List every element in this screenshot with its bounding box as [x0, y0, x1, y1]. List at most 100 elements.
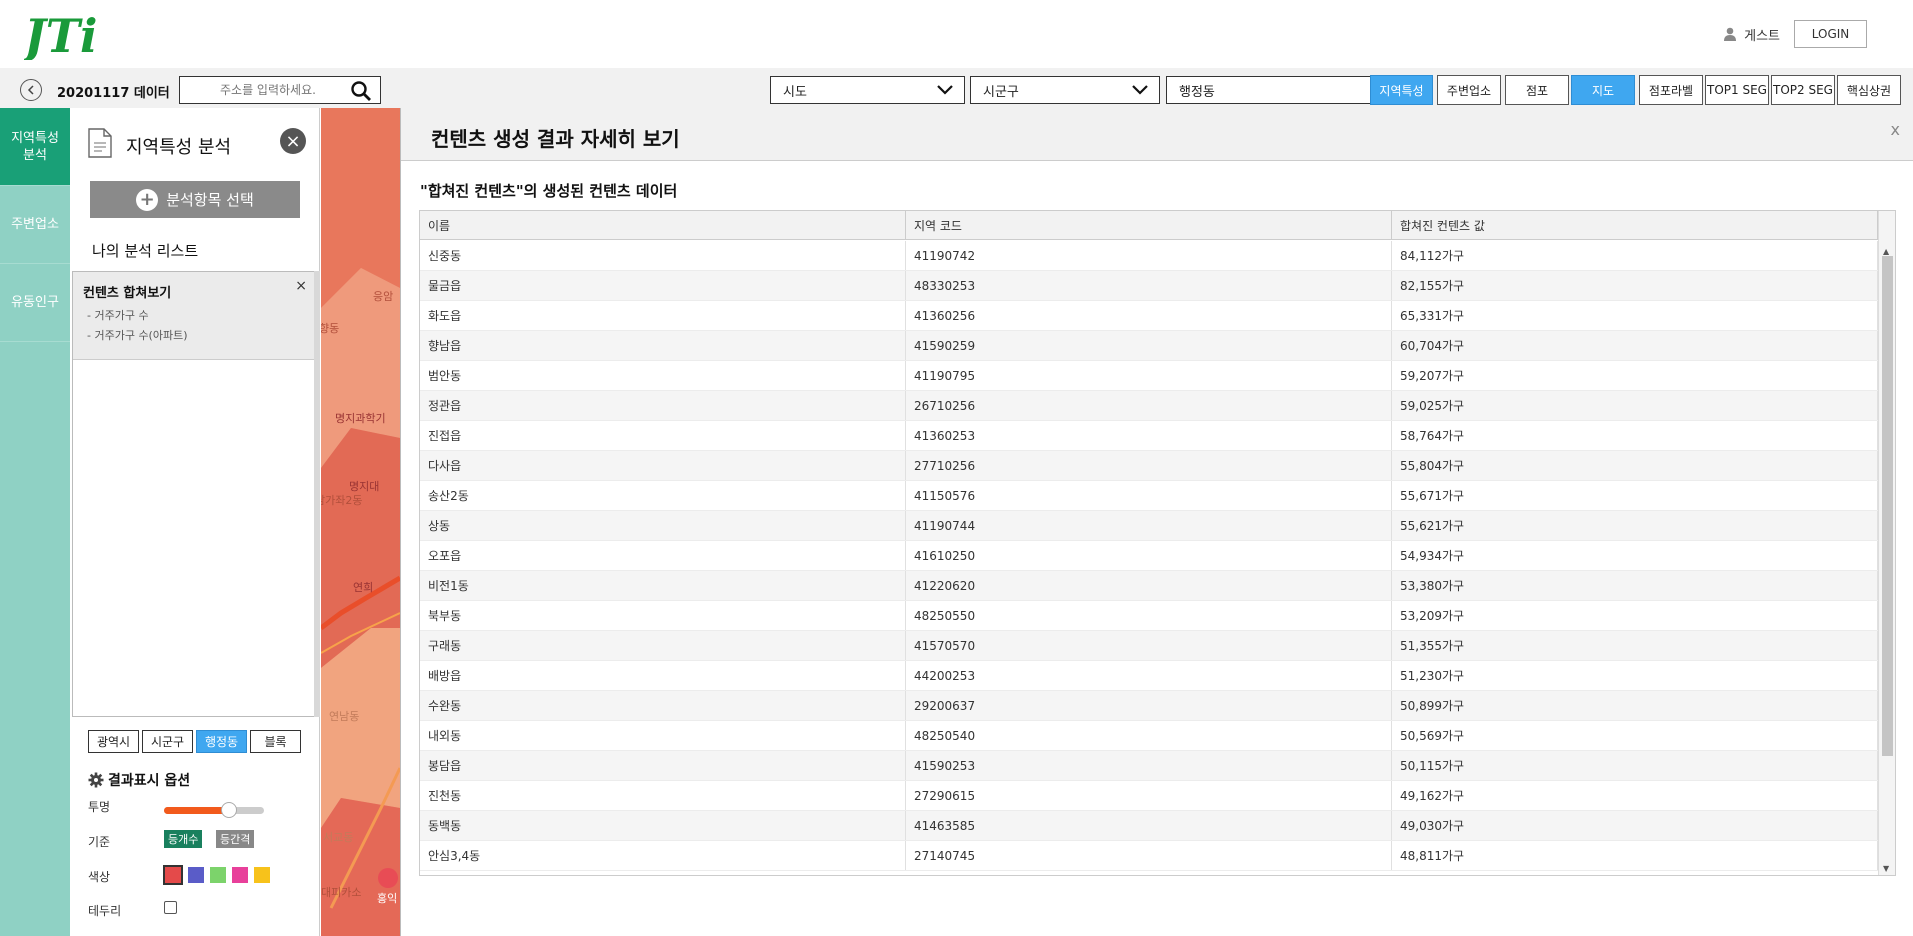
store-button[interactable]: 점포 [1505, 75, 1569, 105]
analysis-list-item[interactable]: 컨텐츠 합쳐보기 - 거주가구 수 - 거주가구 수(아파트) × [73, 272, 317, 360]
nearby-store-button[interactable]: 주변업소 [1437, 75, 1501, 105]
column-header-region-code[interactable]: 지역 코드 [906, 211, 1392, 240]
analysis-list-item-sub: - 거주가구 수(아파트) [87, 329, 188, 342]
dong-select[interactable]: 행정동 [1166, 76, 1371, 104]
cell-region-code: 41360256 [906, 301, 1392, 330]
table-row[interactable]: 북부동 48250550 53,209가구 [420, 601, 1878, 631]
cell-region-code: 27140745 [906, 841, 1392, 870]
table-row[interactable]: 구래동 41570570 51,355가구 [420, 631, 1878, 661]
opacity-slider-handle[interactable] [221, 802, 237, 818]
panel-close-button[interactable]: × [280, 128, 306, 154]
table-row[interactable]: 향남읍 41590259 60,704가구 [420, 331, 1878, 361]
level-block-button[interactable]: 블록 [250, 730, 301, 753]
basis-equal-count-button[interactable]: 등개수 [164, 830, 203, 848]
cell-region-code: 44200253 [906, 661, 1392, 690]
table-row[interactable]: 송산2동 41150576 55,671가구 [420, 481, 1878, 511]
chevron-down-icon [1132, 85, 1148, 95]
map-label: 응암 [373, 290, 394, 303]
panel-scrollbar[interactable] [314, 271, 320, 717]
sido-select[interactable]: 시도 [770, 76, 965, 104]
cell-value: 59,207가구 [1392, 361, 1878, 390]
cell-name: 진접읍 [420, 421, 906, 450]
back-button[interactable] [20, 79, 42, 101]
nav-item-label: 지역특성 분석 [11, 130, 59, 163]
cell-region-code: 41190744 [906, 511, 1392, 540]
table-row[interactable]: 수완동 29200637 50,899가구 [420, 691, 1878, 721]
cell-region-code: 48250540 [906, 721, 1392, 750]
color-label: 색상 [88, 870, 111, 884]
remove-item-close-icon[interactable]: × [295, 278, 307, 294]
border-checkbox[interactable] [164, 901, 177, 914]
my-analysis-list-title: 나의 분석 리스트 [92, 242, 199, 260]
table-row[interactable]: 동백동 41463585 49,030가구 [420, 811, 1878, 841]
table-row[interactable]: 다사읍 27710256 55,804가구 [420, 451, 1878, 481]
table-row[interactable]: 신중동 41190742 84,112가구 [420, 241, 1878, 271]
level-dong-button[interactable]: 행정동 [196, 730, 247, 753]
cell-region-code: 41590253 [906, 751, 1392, 780]
plus-icon: + [136, 188, 159, 211]
search-icon[interactable] [350, 80, 372, 102]
sigungu-select[interactable]: 시군구 [970, 76, 1160, 104]
map-button[interactable]: 지도 [1571, 75, 1635, 105]
column-header-name[interactable]: 이름 [420, 211, 906, 240]
level-sigungu-button[interactable]: 시군구 [142, 730, 193, 753]
color-swatch-pink[interactable] [232, 867, 248, 883]
region-feature-button[interactable]: 지역특성 [1370, 75, 1433, 105]
table-scrollbar-thumb[interactable] [1882, 256, 1893, 756]
cell-name: 다사읍 [420, 451, 906, 480]
login-button[interactable]: LOGIN [1794, 20, 1867, 48]
cell-name: 물금읍 [420, 271, 906, 300]
table-row[interactable]: 물금읍 48330253 82,155가구 [420, 271, 1878, 301]
admin-level-selector: 광역시 시군구 행정동 블록 [88, 730, 301, 753]
table-row[interactable]: 화도읍 41360256 65,331가구 [420, 301, 1878, 331]
core-commercial-button[interactable]: 핵심상권 [1837, 75, 1901, 105]
cell-value: 59,025가구 [1392, 391, 1878, 420]
map-view[interactable]: 응암 향동 명지과학기 명지대 남가좌2동 연희 연남동 서교동 대피카소 홍익 [321, 108, 400, 936]
table-row[interactable]: 진접읍 41360253 58,764가구 [420, 421, 1878, 451]
scroll-down-arrow-icon[interactable]: ▼ [1883, 864, 1889, 873]
cell-name: 신중동 [420, 241, 906, 270]
color-swatch-yellow[interactable] [254, 867, 270, 883]
table-row[interactable]: 봉담읍 41590253 50,115가구 [420, 751, 1878, 781]
basis-equal-interval-button[interactable]: 등간격 [216, 830, 255, 848]
table-row[interactable]: 내외동 48250540 50,569가구 [420, 721, 1878, 751]
opacity-slider[interactable] [164, 802, 264, 818]
map-label: 연희 [353, 581, 374, 594]
column-header-value[interactable]: 합쳐진 컨텐츠 값 [1392, 211, 1878, 240]
user-name: 게스트 [1744, 28, 1780, 44]
gear-icon [88, 772, 104, 788]
cell-value: 55,804가구 [1392, 451, 1878, 480]
level-metro-button[interactable]: 광역시 [88, 730, 139, 753]
nav-item-floating-population[interactable]: 유동인구 [0, 264, 70, 342]
cell-name: 진천동 [420, 781, 906, 810]
cell-region-code: 26710256 [906, 391, 1392, 420]
cell-name: 동백동 [420, 811, 906, 840]
cell-name: 상동 [420, 511, 906, 540]
color-swatch-blue[interactable] [188, 867, 204, 883]
map-label: 홍익 [377, 892, 398, 905]
table-row[interactable]: 비전1동 41220620 53,380가구 [420, 571, 1878, 601]
table-row[interactable]: 상동 41190744 55,621가구 [420, 511, 1878, 541]
cell-name: 구래동 [420, 631, 906, 660]
scroll-up-arrow-icon[interactable]: ▲ [1883, 247, 1889, 256]
table-row[interactable]: 배방읍 44200253 51,230가구 [420, 661, 1878, 691]
top1-seg-button[interactable]: TOP1 SEG [1705, 75, 1769, 105]
jti-logo[interactable]: JTi [24, 8, 98, 60]
store-label-button[interactable]: 점포라벨 [1639, 75, 1703, 105]
table-row[interactable]: 오포읍 41610250 54,934가구 [420, 541, 1878, 571]
table-scrollbar[interactable]: ▲ ▼ [1878, 211, 1895, 875]
table-row[interactable]: 안심3,4동 27140745 48,811가구 [420, 841, 1878, 871]
table-row[interactable]: 진천동 27290615 49,162가구 [420, 781, 1878, 811]
color-swatch-red[interactable] [163, 865, 183, 885]
nav-item-region-analysis[interactable]: 지역특성 분석 [0, 108, 70, 186]
address-search-input[interactable] [180, 78, 350, 102]
table-row[interactable]: 범안동 41190795 59,207가구 [420, 361, 1878, 391]
color-swatch-green[interactable] [210, 867, 226, 883]
panel-header: 지역특성 분석 × [70, 108, 320, 178]
table-row[interactable]: 정관읍 26710256 59,025가구 [420, 391, 1878, 421]
top2-seg-button[interactable]: TOP2 SEG [1771, 75, 1835, 105]
modal-close-icon[interactable]: x [1891, 120, 1900, 139]
cell-name: 배방읍 [420, 661, 906, 690]
add-analysis-item-button[interactable]: + 분석항목 선택 [90, 181, 300, 218]
nav-item-nearby-store[interactable]: 주변업소 [0, 186, 70, 264]
